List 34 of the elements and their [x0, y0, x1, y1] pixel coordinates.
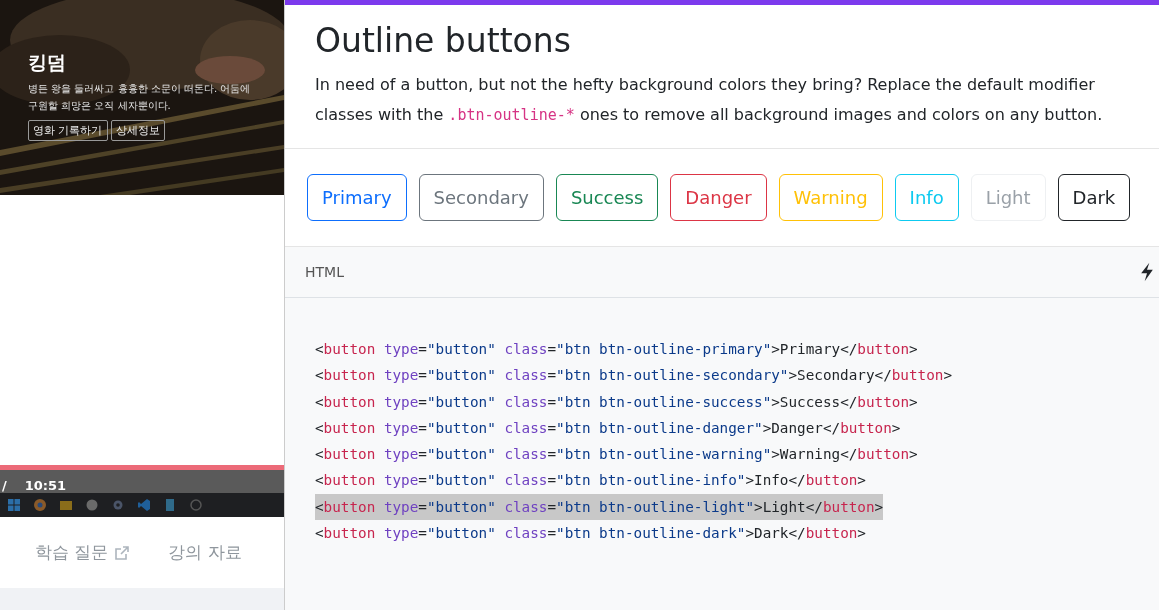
outline-button[interactable]: Dark [1057, 174, 1131, 221]
code-editor-icon[interactable] [138, 499, 150, 511]
movie-description: 병든 왕을 둘러싸고 흉흉한 소문이 떠돈다. 어둠에 구원할 희망은 오직 세자뿐이다. [28, 82, 252, 113]
code-line: <button type="button" class="btn btn-outline-danger">Danger</button> [315, 418, 901, 438]
time-separator: / [2, 478, 7, 493]
movie-title: 킹덤 [28, 50, 67, 75]
code-language-label: HTML [305, 264, 344, 280]
outline-button[interactable]: Success [555, 174, 659, 221]
outline-button[interactable]: Secondary [418, 174, 544, 221]
lecture-link[interactable]: 강의 자료 [168, 541, 242, 564]
record-icon[interactable] [190, 499, 202, 511]
external-link-icon [114, 544, 131, 561]
video-time: 10:51 [24, 478, 67, 493]
movie-button[interactable]: 상세정보 [110, 120, 165, 141]
code-line: <button type="button" class="btn btn-outline-warning">Warning</button> [315, 445, 918, 465]
lecture-link[interactable]: 학습 질문 [35, 541, 131, 564]
notepad-icon[interactable] [164, 499, 176, 511]
folder-icon[interactable] [60, 499, 72, 511]
gear-icon[interactable] [112, 499, 124, 511]
code-line: <button type="button" class="btn btn-outline-success">Success</button> [315, 392, 918, 412]
code-line: <button type="button" class="btn btn-outline-primary">Primary</button> [315, 340, 918, 359]
browser-icon[interactable] [34, 499, 46, 511]
outline-button[interactable]: Light [970, 174, 1046, 221]
app-icon[interactable] [86, 499, 98, 511]
movie-button[interactable]: 영화 기록하기 [28, 120, 108, 141]
section-description: In need of a button, but not the hefty background colors they bring? Replace the default modifier classes with the .btn-outline-* ones to remove all background images and colors on any button. [315, 74, 1104, 126]
outline-button[interactable]: Danger [670, 174, 767, 221]
code-line: <button type="button" class="btn btn-outline-info">Info</button> [315, 471, 866, 491]
code-line: <button type="button" class="btn btn-outline-secondary">Secondary</button> [315, 366, 953, 386]
code-line: <button type="button" class="btn btn-outline-dark">Dark</button> [315, 524, 866, 544]
lightning-icon[interactable] [1140, 262, 1154, 282]
section-title: Outline buttons [315, 21, 572, 60]
windows-icon[interactable] [8, 499, 20, 511]
outline-button[interactable]: Primary [307, 174, 407, 221]
